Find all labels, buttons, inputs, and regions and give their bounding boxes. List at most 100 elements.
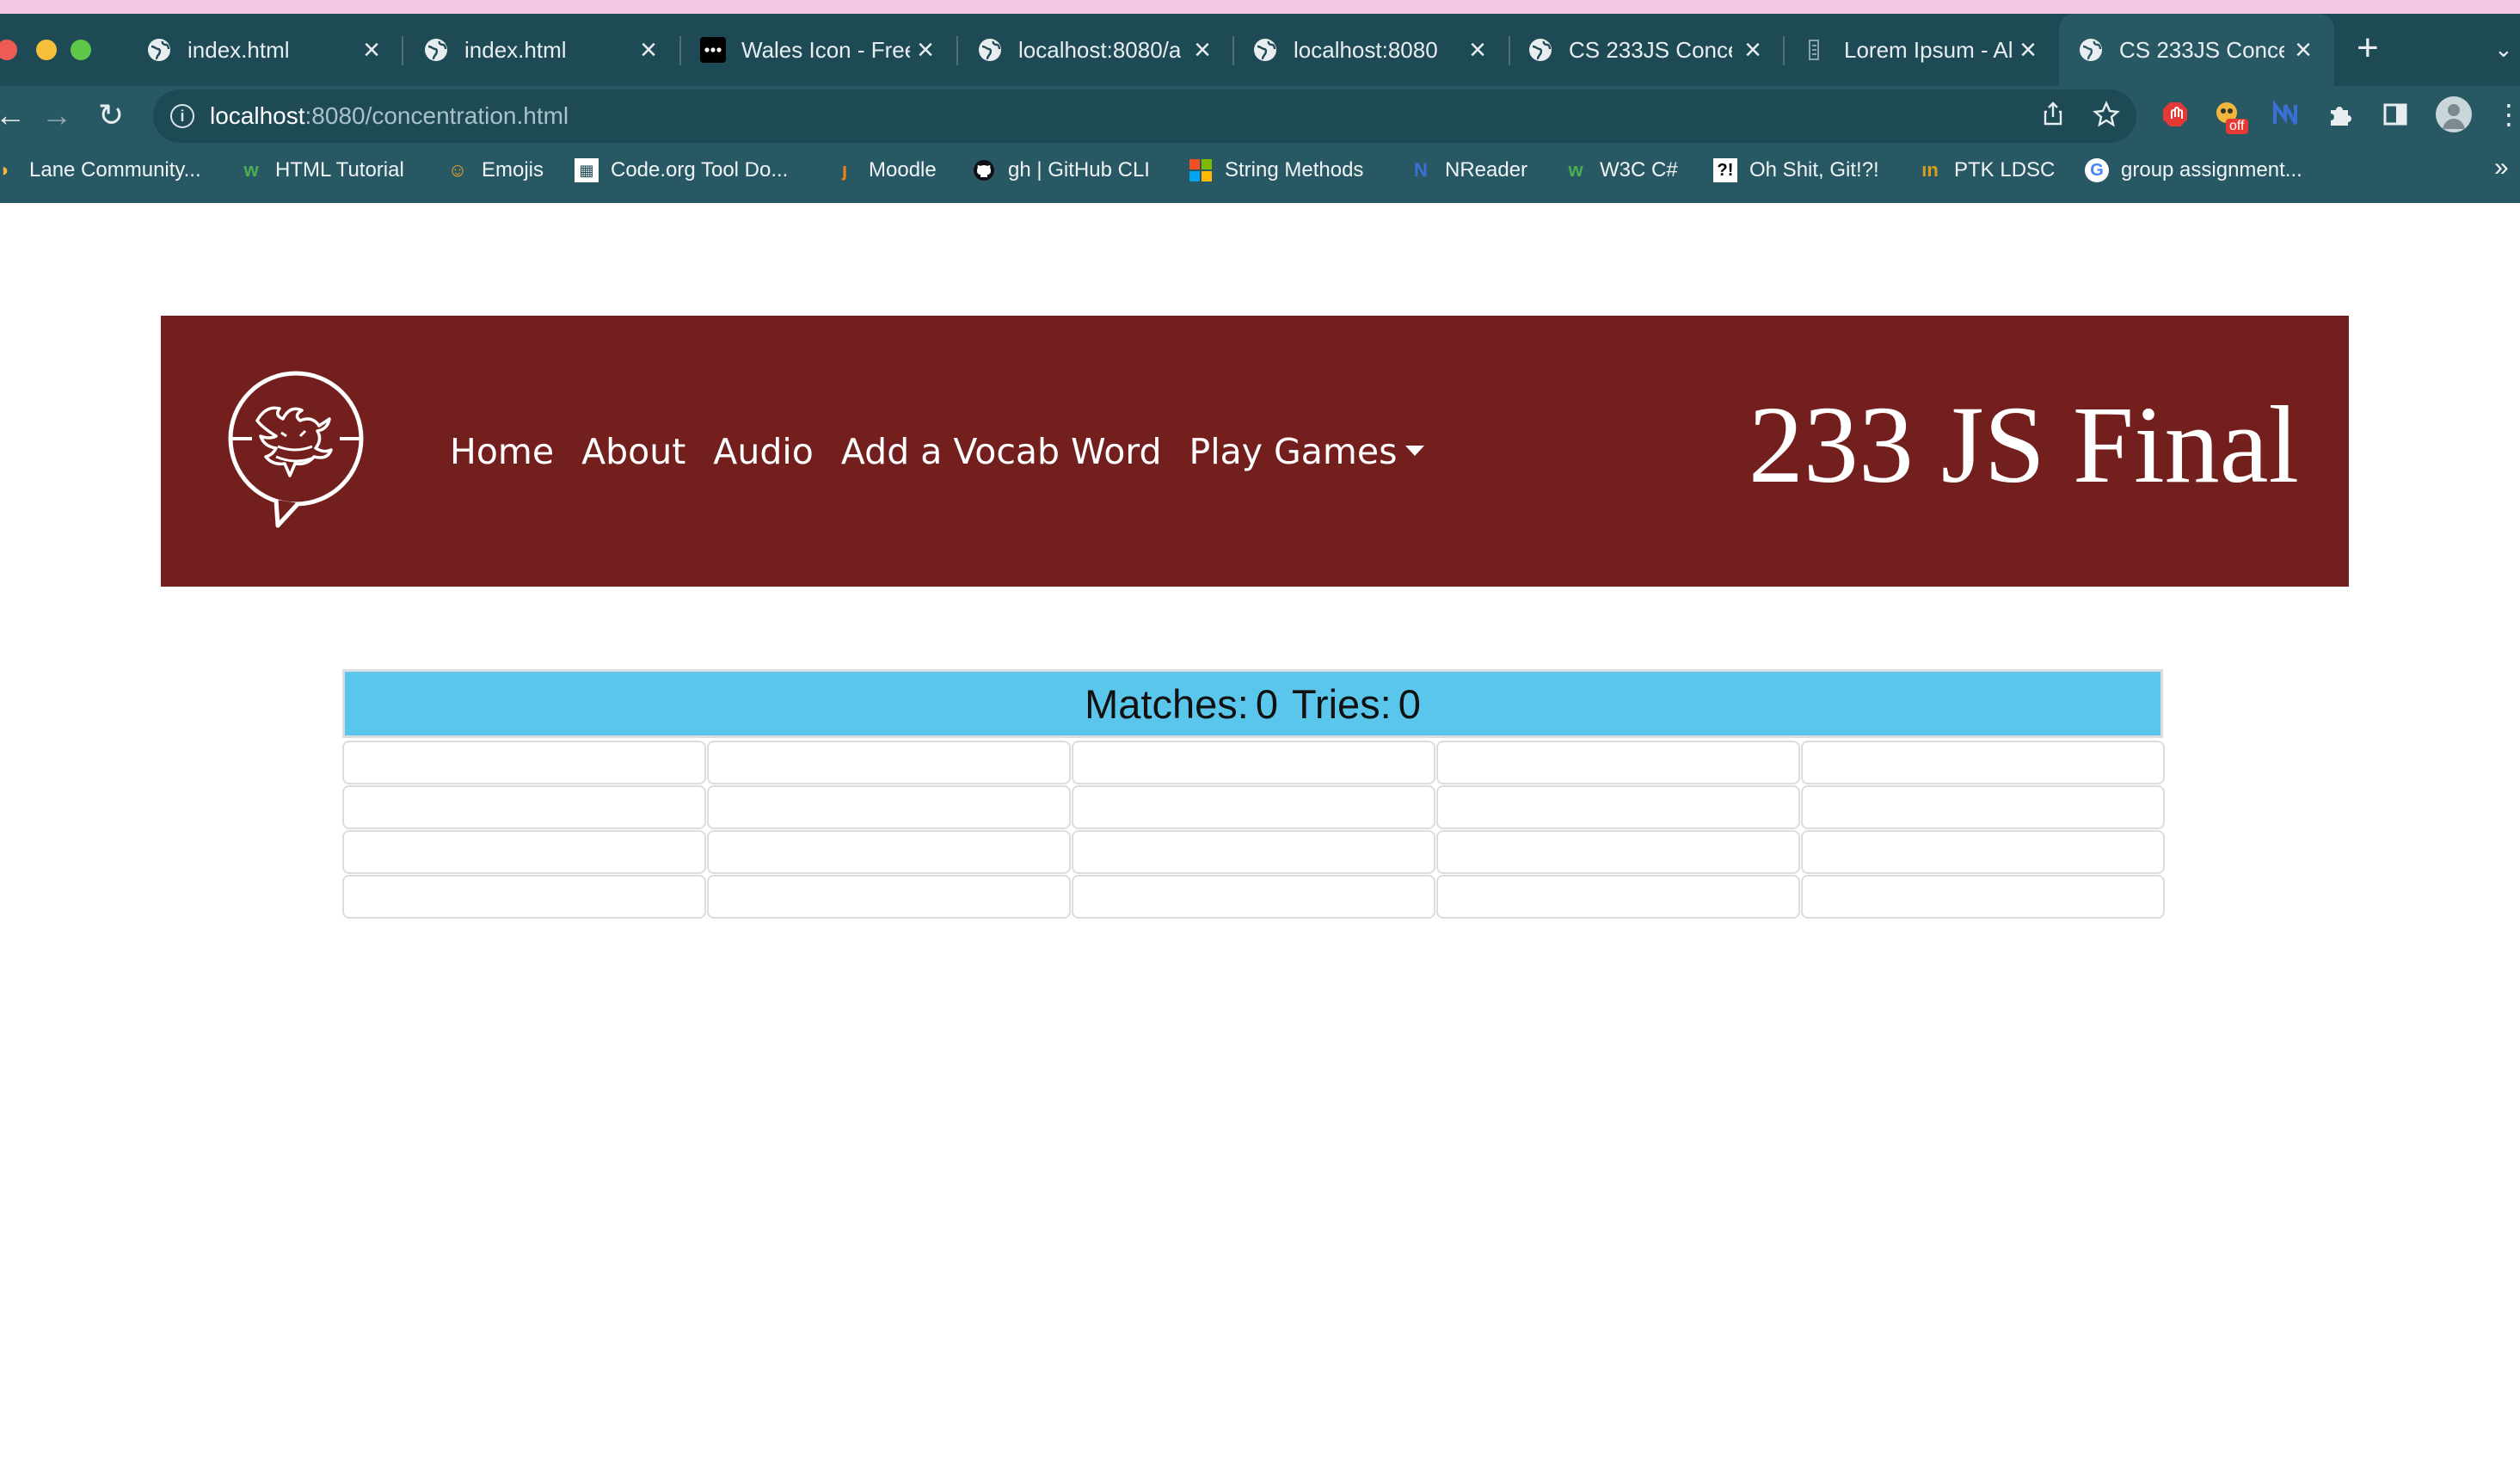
reload-icon[interactable]: ↻ — [98, 96, 124, 134]
game-card[interactable] — [1436, 875, 1800, 919]
nreader-icon[interactable] — [2271, 100, 2300, 129]
google-icon: G — [2085, 158, 2109, 182]
game-card[interactable] — [707, 830, 1071, 874]
browser-tab-active[interactable]: CS 233JS Conce × — [2059, 14, 2334, 86]
globe-icon — [2080, 39, 2102, 61]
game-card[interactable] — [342, 785, 706, 829]
close-icon[interactable]: × — [917, 34, 934, 65]
bookmark-item[interactable]: gh | GitHub CLI — [972, 155, 1150, 186]
tab-separator — [1232, 36, 1234, 65]
game-card[interactable] — [1436, 830, 1800, 874]
nav-audio[interactable]: Audio — [713, 431, 814, 472]
caret-down-icon — [1405, 446, 1425, 456]
game-card[interactable] — [1801, 875, 2165, 919]
game-card[interactable] — [1801, 830, 2165, 874]
bookmark-item[interactable]: N NReader — [1409, 155, 1527, 186]
side-panel-icon[interactable] — [2381, 100, 2410, 129]
nav-about[interactable]: About — [581, 431, 685, 472]
ptk-icon: ın — [1921, 159, 1939, 181]
bookmark-label: PTK LDSC — [1954, 158, 2056, 181]
close-icon[interactable]: × — [640, 34, 657, 65]
game-card[interactable] — [1072, 785, 1435, 829]
adblock-icon[interactable] — [2160, 100, 2190, 129]
globe-icon — [1529, 39, 1552, 61]
score-bar: Matches: 0 Tries: 0 — [342, 669, 2163, 738]
bookmark-item[interactable]: ȷ Moodle — [833, 155, 937, 186]
game-card[interactable] — [342, 830, 706, 874]
bookmark-item[interactable]: ◗ Lane Community... — [0, 155, 201, 186]
tab-title: CS 233JS Conce — [1569, 36, 1732, 63]
w3schools-icon: w — [243, 159, 259, 181]
concentration-game: Matches: 0 Tries: 0 — [342, 669, 2167, 919]
browser-tab[interactable]: index.html × — [423, 14, 674, 86]
globe-icon — [425, 39, 447, 61]
close-icon[interactable]: × — [2019, 34, 2037, 65]
browser-tab[interactable]: localhost:8080 × — [1252, 14, 1503, 86]
new-tab-button[interactable]: + — [2357, 29, 2379, 67]
close-icon[interactable]: × — [1194, 34, 1211, 65]
extension-badge: off — [2226, 119, 2248, 134]
github-icon — [972, 158, 996, 182]
url-text[interactable]: localhost:8080/concentration.html — [210, 98, 569, 134]
globe-icon — [1254, 39, 1276, 61]
nav-home[interactable]: Home — [450, 431, 554, 472]
bookmark-label: Emojis — [482, 158, 544, 181]
nreader-icon: N — [1414, 159, 1428, 181]
game-card[interactable] — [1436, 785, 1800, 829]
share-icon[interactable] — [2038, 100, 2068, 129]
close-icon[interactable]: × — [2295, 34, 2312, 65]
game-card[interactable] — [707, 741, 1071, 784]
bookmark-item[interactable]: G group assignment... — [2085, 155, 2302, 186]
forward-arrow-icon[interactable]: → — [41, 96, 72, 134]
game-card[interactable] — [1072, 830, 1435, 874]
tab-separator — [679, 36, 681, 65]
bookmark-item[interactable]: ?! Oh Shit, Git!?! — [1713, 155, 1879, 186]
game-card[interactable] — [342, 741, 706, 784]
game-card[interactable] — [1072, 875, 1435, 919]
bookmark-item[interactable]: ın PTK LDSC — [1918, 155, 2055, 186]
bookmark-item[interactable]: w W3C C# — [1564, 155, 1677, 186]
site-title: 233 JS Final — [1748, 384, 2299, 506]
kebab-menu-icon[interactable]: ⋮ — [2494, 99, 2520, 130]
game-card[interactable] — [1801, 785, 2165, 829]
browser-tab[interactable]: index.html × — [146, 14, 397, 86]
tab-search-chevron-icon[interactable]: ⌄ — [2494, 36, 2513, 63]
close-icon[interactable]: × — [1744, 34, 1761, 65]
nav-play-games-dropdown[interactable]: Play Games — [1189, 431, 1425, 472]
page-icon — [1809, 40, 1819, 60]
bookmark-item[interactable]: String Methods — [1189, 155, 1363, 186]
bookmark-star-icon[interactable] — [2092, 100, 2121, 129]
browser-tab[interactable]: localhost:8080/a × — [977, 14, 1228, 86]
dots-icon — [700, 37, 726, 63]
game-card[interactable] — [1801, 741, 2165, 784]
browser-tab[interactable]: Lorem Ipsum - Al × — [1803, 14, 2054, 86]
browser-tab[interactable]: CS 233JS Conce × — [1527, 14, 1779, 86]
emoji-icon: ☺ — [447, 159, 468, 181]
game-card[interactable] — [1072, 741, 1435, 784]
game-card[interactable] — [1436, 741, 1800, 784]
bookmark-item[interactable]: ☺ Emojis — [446, 155, 544, 186]
game-card[interactable] — [707, 785, 1071, 829]
tab-title: localhost:8080/a — [1018, 36, 1182, 63]
globe-icon — [148, 39, 170, 61]
close-icon[interactable]: × — [363, 34, 380, 65]
bookmark-label: Moodle — [869, 158, 937, 181]
minimize-window-button[interactable] — [36, 40, 57, 60]
profile-avatar[interactable] — [2436, 96, 2472, 132]
nav-add-vocab-word[interactable]: Add a Vocab Word — [841, 431, 1162, 472]
site-info-icon[interactable]: i — [170, 104, 194, 128]
close-icon[interactable]: × — [1469, 34, 1486, 65]
extensions-puzzle-icon[interactable] — [2326, 100, 2355, 129]
more-bookmarks-icon[interactable]: » — [2494, 153, 2509, 182]
bookmark-label: NReader — [1445, 158, 1528, 181]
bookmark-item[interactable]: ▦ Code.org Tool Do... — [575, 155, 788, 186]
bookmark-label: HTML Tutorial — [275, 158, 404, 181]
maximize-window-button[interactable] — [71, 40, 91, 60]
tries-count: 0 — [1398, 680, 1421, 727]
game-card[interactable] — [342, 875, 706, 919]
back-arrow-icon[interactable]: ← — [0, 96, 26, 134]
welsh-dragon-logo-icon[interactable] — [226, 367, 366, 532]
game-card[interactable] — [707, 875, 1071, 919]
bookmark-item[interactable]: w HTML Tutorial — [239, 155, 404, 186]
browser-tab[interactable]: Wales Icon - Free × — [700, 14, 951, 86]
